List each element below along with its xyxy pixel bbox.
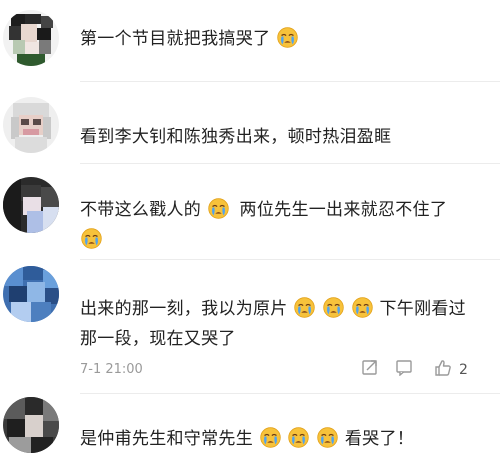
- comment-text-part: 不带这么戳人的: [80, 200, 202, 220]
- avatar[interactable]: [3, 177, 59, 233]
- comment-text: 是仲甫先生和守常先生 看哭了！: [80, 424, 486, 454]
- comment-text-part: 那一段，现在又哭了: [80, 329, 236, 349]
- comment-text: 看到李大钊和陈独秀出来，顿时热泪盈眶: [80, 122, 486, 152]
- crying-face-emoji: [352, 297, 373, 318]
- avatar[interactable]: [3, 97, 59, 153]
- thumbs-up-icon: [435, 360, 451, 376]
- comment-text-part: 下午刚看过: [379, 299, 466, 319]
- avatar[interactable]: [3, 10, 59, 66]
- comment-text: 出来的那一刻，我以为原片 下午刚看过 那一段，现在又哭了: [80, 294, 486, 354]
- comment-text: 不带这么戳人的 两位先生一出来就忍不住了: [80, 195, 486, 255]
- divider: [80, 259, 500, 260]
- comment-text-body: 第一个节目就把我搞哭了: [80, 29, 271, 49]
- like-count: 2: [459, 362, 468, 378]
- avatar[interactable]: [3, 266, 59, 322]
- crying-face-emoji: [208, 198, 229, 219]
- comment-meta: 7-1 21:00 2: [80, 358, 490, 382]
- comment-text-part: 两位先生一出来就忍不住了: [239, 200, 448, 220]
- like-button[interactable]: [433, 358, 453, 382]
- share-icon: [362, 360, 377, 375]
- crying-face-emoji: [317, 427, 338, 448]
- crying-face-emoji: [81, 228, 102, 249]
- comment-text-body: 看到李大钊和陈独秀出来，顿时热泪盈眶: [80, 127, 392, 147]
- crying-face-emoji: [294, 297, 316, 318]
- comment-text-part: 出来的那一刻，我以为原片: [80, 299, 288, 319]
- crying-face-emoji: [277, 27, 298, 48]
- comment-text: 第一个节目就把我搞哭了: [80, 24, 486, 54]
- comment-button[interactable]: [395, 358, 413, 380]
- divider: [80, 81, 500, 82]
- crying-face-emoji: [260, 427, 281, 448]
- comment-timestamp: 7-1 21:00: [80, 362, 143, 377]
- divider: [80, 163, 500, 164]
- crying-face-emoji: [288, 427, 310, 448]
- divider: [80, 393, 500, 394]
- comment-icon: [396, 360, 412, 377]
- crying-face-emoji: [323, 297, 344, 318]
- comment-text-part: 是仲甫先生和守常先生: [80, 429, 253, 449]
- share-button[interactable]: [361, 358, 379, 380]
- comment-text-part: 看哭了！: [344, 429, 415, 449]
- avatar[interactable]: [3, 397, 59, 453]
